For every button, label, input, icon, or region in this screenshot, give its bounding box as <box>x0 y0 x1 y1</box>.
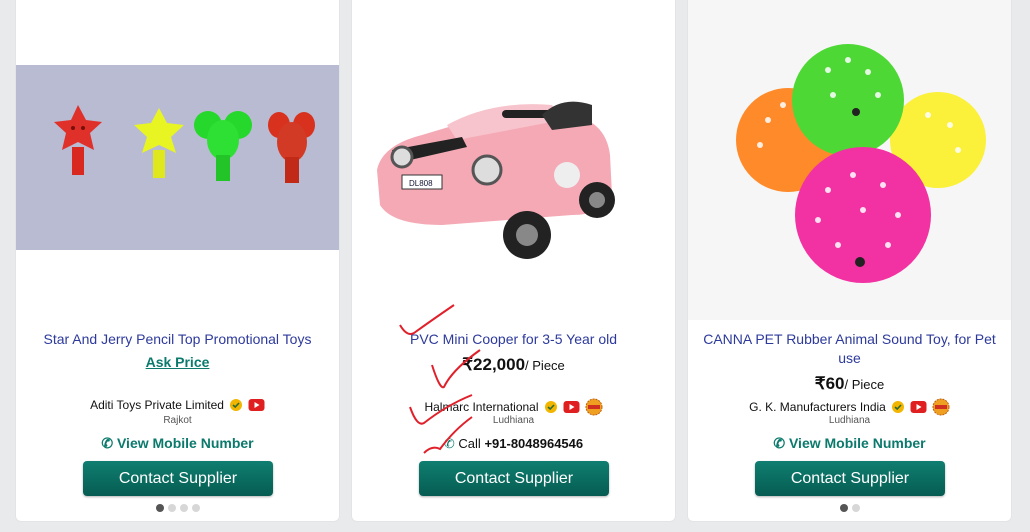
page-scroll-gutter <box>1016 0 1030 532</box>
price-unit: / Piece <box>525 358 565 373</box>
product-image-pencil-tops[interactable] <box>16 65 339 250</box>
phone-icon: ✆ <box>773 435 786 451</box>
ask-price-link[interactable]: Ask Price <box>16 354 339 370</box>
carousel-dot[interactable] <box>191 504 200 512</box>
contact-supplier-button[interactable]: Contact Supplier <box>755 461 945 496</box>
verified-icon <box>229 399 242 411</box>
license-plate-text: DL808 <box>409 179 433 188</box>
product-card-2: DL808 PVC Mini Cooper for 3-5 Year old ₹… <box>351 0 676 522</box>
trustseal-icon <box>932 398 950 416</box>
product-card-3: CANNA PET Rubber Animal Sound Toy, for P… <box>687 0 1012 522</box>
phone-icon: ✆ <box>101 435 114 451</box>
product-title[interactable]: Star And Jerry Pencil Top Promotional To… <box>28 330 327 349</box>
carousel-dot[interactable] <box>155 504 164 512</box>
view-mobile-label: View Mobile Number <box>116 435 254 451</box>
pink-hedgehog-toy <box>795 147 931 283</box>
carousel-dots <box>16 504 339 512</box>
trustseal-icon <box>585 398 603 416</box>
supplier-city: Ludhiana <box>828 415 871 426</box>
product-image-rubber-toys[interactable] <box>688 0 1011 320</box>
product-image-mini-cooper[interactable]: DL808 <box>352 75 675 265</box>
verified-icon <box>891 401 904 413</box>
view-mobile-number-link[interactable]: ✆ View Mobile Number <box>688 435 1011 452</box>
carousel-dot[interactable] <box>167 504 176 512</box>
product-card-1: Star And Jerry Pencil Top Promotional To… <box>15 0 340 522</box>
price-amount: ₹60 <box>814 374 845 393</box>
price-row: ₹60/ Piece <box>688 374 1011 394</box>
price-unit: / Piece <box>844 377 885 392</box>
carousel-dots <box>688 504 1011 512</box>
supplier-row: Aditi Toys Private Limited <box>16 398 339 412</box>
supplier-row: G. K. Manufacturers India <box>688 398 1011 416</box>
view-mobile-label: View Mobile Number <box>788 435 926 451</box>
carousel-dot[interactable] <box>851 504 860 512</box>
youtube-icon[interactable] <box>248 399 265 411</box>
youtube-icon[interactable] <box>910 401 927 413</box>
checkmark-annotation <box>399 304 481 454</box>
view-mobile-number-link[interactable]: ✆ View Mobile Number <box>16 435 339 452</box>
product-title[interactable]: CANNA PET Rubber Animal Sound Toy, for P… <box>700 330 999 368</box>
verified-icon <box>544 401 557 413</box>
contact-supplier-button[interactable]: Contact Supplier <box>83 461 273 496</box>
supplier-name[interactable]: Aditi Toys Private Limited <box>90 398 224 412</box>
supplier-city: Rajkot <box>163 415 192 426</box>
youtube-icon[interactable] <box>563 401 580 413</box>
carousel-dot[interactable] <box>179 504 188 512</box>
supplier-name[interactable]: G. K. Manufacturers India <box>749 400 886 414</box>
carousel-dot[interactable] <box>839 504 848 512</box>
contact-supplier-button[interactable]: Contact Supplier <box>419 461 609 496</box>
